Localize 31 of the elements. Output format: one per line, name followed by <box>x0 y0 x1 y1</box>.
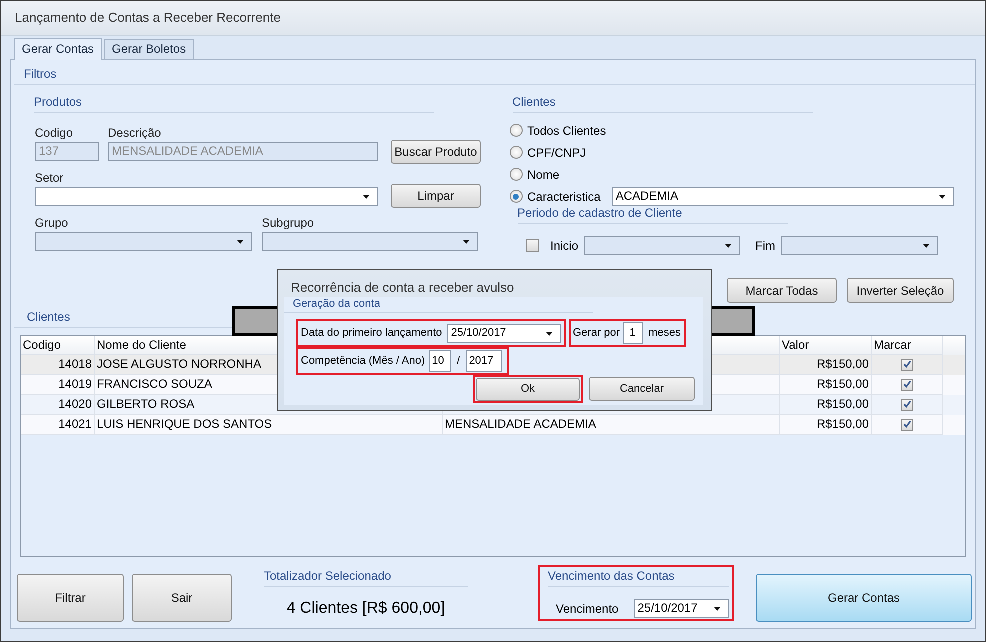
field-label: Inicio <box>550 238 579 252</box>
section-header: Produtos <box>34 95 434 113</box>
field-label: Descrição <box>108 126 162 140</box>
radio-label: Todos Clientes <box>528 124 606 138</box>
separator: / <box>457 355 460 367</box>
field-label: Vencimento <box>556 602 619 616</box>
section-header: Periodo de cadastro de Cliente <box>518 206 788 224</box>
window-title: Lançamento de Contas a Receber Recorrente <box>15 10 281 25</box>
table-cell: LUIS HENRIQUE DOS SANTOS <box>95 415 443 435</box>
radio-label: CPF/CNPJ <box>528 146 586 160</box>
table-cell: R$150,00 <box>780 415 872 435</box>
section-header: Geração da conta <box>284 297 593 313</box>
radio-label: Caracteristica <box>528 190 601 204</box>
field-label: Fim <box>756 238 776 252</box>
section-header: Totalizador Selecionado <box>264 569 468 587</box>
section-header: Filtros <box>14 67 975 85</box>
field-label: Data do primeiro lançamento <box>301 327 442 339</box>
section-header: Clientes <box>512 95 812 113</box>
field-label: Setor <box>35 171 65 185</box>
field-label: Competência (Mês / Ano) <box>301 355 426 367</box>
section-header: Vencimento das Contas <box>548 569 729 587</box>
total-summary: 4 Clientes [R$ 600,00] <box>286 600 446 618</box>
field-label: meses <box>648 327 681 339</box>
table-cell: MENSALIDADE ACADEMIA <box>443 415 780 435</box>
field-label: Gerar por <box>573 327 620 339</box>
radio-label: Nome <box>528 168 560 182</box>
field-label: Grupo <box>35 216 70 230</box>
table-cell: 14021 <box>21 415 95 435</box>
dialog-title: Recorrência de conta a receber avulso <box>290 279 516 297</box>
field-label: Subgrupo <box>262 216 316 230</box>
field-label: Codigo <box>35 126 74 140</box>
